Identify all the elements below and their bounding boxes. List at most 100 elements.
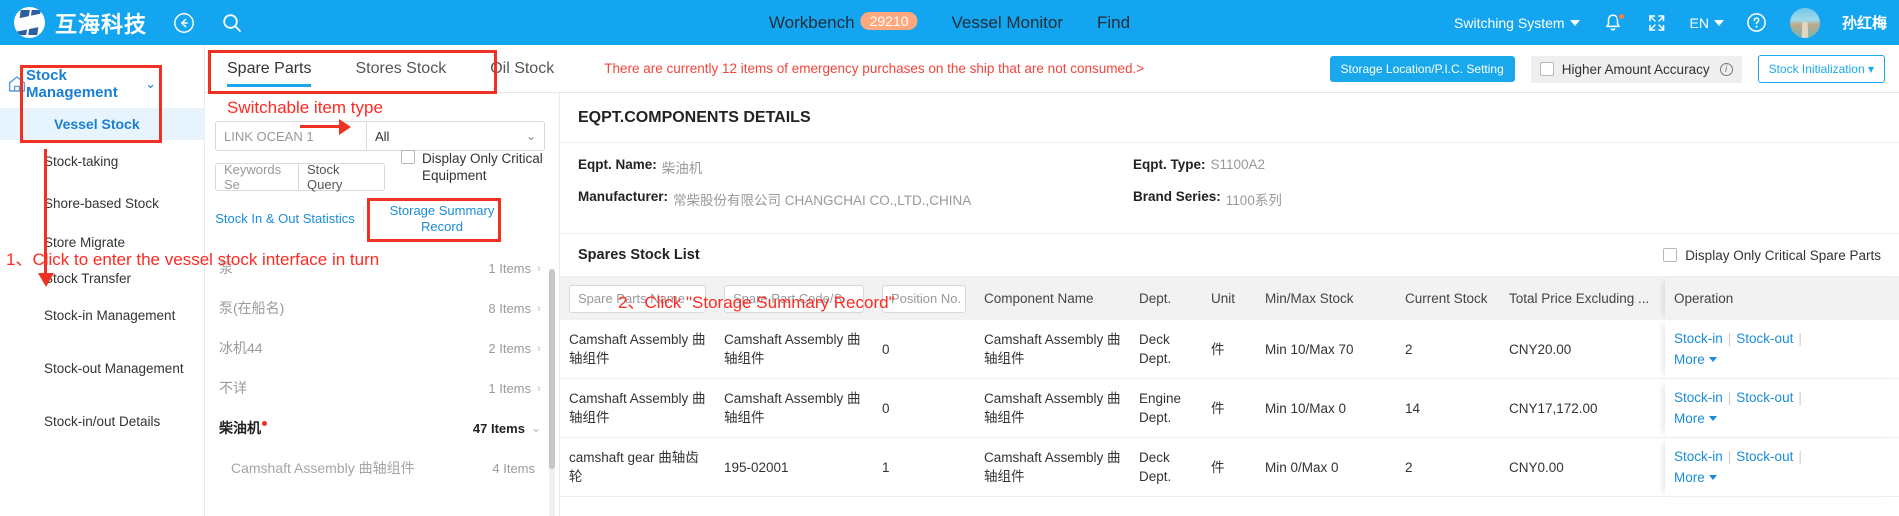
stock-out-link[interactable]: Stock-out bbox=[1736, 449, 1793, 464]
sidebar-item-stock-in-out-details[interactable]: Stock-in/out Details bbox=[44, 413, 194, 430]
higher-amount-accuracy-checkbox[interactable] bbox=[1539, 62, 1554, 76]
tree-item[interactable]: 冰机44 2 Items › bbox=[205, 328, 559, 368]
stock-query-button[interactable]: Stock Query bbox=[299, 162, 385, 192]
nav-vessel-monitor[interactable]: Vessel Monitor bbox=[952, 13, 1064, 33]
more-link[interactable]: More bbox=[1674, 350, 1717, 369]
sidebar-item-stock-transfer[interactable]: Stock Transfer bbox=[44, 270, 194, 287]
notification-bell-icon[interactable] bbox=[1602, 11, 1626, 34]
sidebar-group-stock-management[interactable]: Stock Management ⌄ bbox=[26, 67, 156, 101]
tab-stores-stock[interactable]: Stores Stock bbox=[355, 45, 446, 93]
nav-workbench-label: Workbench bbox=[768, 13, 855, 32]
sidebar-item-vessel-stock[interactable]: Vessel Stock bbox=[0, 108, 205, 140]
fullscreen-icon[interactable] bbox=[1646, 12, 1668, 34]
chevron-down-icon: ⌄ bbox=[145, 76, 156, 91]
tree-item[interactable]: 泵 1 Items › bbox=[205, 248, 559, 288]
display-only-critical-spare-parts-toggle[interactable]: Display Only Critical Spare Parts bbox=[1663, 248, 1881, 263]
sidebar-item-shore-based-stock[interactable]: Shore-based Stock bbox=[44, 195, 194, 212]
spare-parts-name-filter-input[interactable]: Spare Parts Name bbox=[569, 284, 706, 313]
cell-component-name: Camshaft Assembly 曲轴组件 bbox=[975, 320, 1130, 379]
cell-total-price: CNY20.00 bbox=[1500, 320, 1665, 379]
spares-stock-list-header: Spares Stock List Display Only Critical … bbox=[560, 233, 1899, 277]
more-link[interactable]: More bbox=[1674, 468, 1717, 487]
detail-value: 1100系列 bbox=[1225, 193, 1282, 208]
higher-amount-accuracy-toggle[interactable]: Higher Amount Accuracy i bbox=[1530, 55, 1742, 83]
tab-oil-stock[interactable]: Oil Stock bbox=[490, 45, 554, 93]
cell-operation: Stock-in | Stock-out | More bbox=[1665, 320, 1899, 379]
vessel-select-input[interactable]: LINK OCEAN 1 bbox=[215, 121, 367, 151]
sidebar-group-label: Stock Management bbox=[26, 67, 118, 101]
detail-label: Eqpt. Type: bbox=[1133, 157, 1206, 172]
chevron-right-icon: › bbox=[537, 341, 541, 355]
stock-out-link[interactable]: Stock-out bbox=[1736, 331, 1793, 346]
tree-item-selected[interactable]: 柴油机 47 Items ⌄ bbox=[205, 408, 559, 448]
spare-part-code-filter-input[interactable]: Spare Part Code/S bbox=[724, 284, 864, 313]
cell-spare-part-code: Camshaft Assembly 曲轴组件 bbox=[715, 378, 873, 438]
detail-value: 柴油机 bbox=[661, 161, 703, 176]
stock-in-out-statistics-link[interactable]: Stock In & Out Statistics bbox=[215, 211, 355, 227]
more-link[interactable]: More bbox=[1674, 409, 1717, 428]
storage-summary-record-link[interactable]: Storage Summary Record bbox=[372, 203, 512, 235]
avatar[interactable] bbox=[1789, 7, 1820, 38]
chevron-right-icon: › bbox=[537, 261, 541, 275]
sidebar-item-stock-in-management[interactable]: Stock-in Management bbox=[44, 307, 194, 324]
stock-in-link[interactable]: Stock-in bbox=[1674, 390, 1723, 405]
tree-item-count: 1 Items bbox=[488, 380, 531, 396]
tree-item-count: 8 Items bbox=[488, 300, 531, 316]
stock-out-link[interactable]: Stock-out bbox=[1736, 390, 1793, 405]
critical-equipment-checkbox[interactable] bbox=[401, 150, 415, 164]
storage-location-pic-setting-button[interactable]: Storage Location/P.I.C. Setting bbox=[1329, 56, 1515, 82]
stock-in-link[interactable]: Stock-in bbox=[1674, 449, 1723, 464]
cell-unit: 件 bbox=[1202, 378, 1256, 438]
cell-spare-parts-name: camshaft gear 曲轴齿轮 bbox=[560, 437, 715, 497]
filter-row-primary: LINK OCEAN 1 All ⌄ bbox=[215, 121, 545, 151]
sidebar-item-stock-out-management[interactable]: Stock-out Management bbox=[44, 360, 194, 377]
sidebar-item-stock-taking[interactable]: Stock-taking bbox=[44, 153, 194, 170]
info-icon[interactable]: i bbox=[1719, 62, 1733, 76]
tree-item-name: Camshaft Assembly 曲轴组件 bbox=[231, 460, 415, 476]
filter-row-search: Keywords Se Stock Query bbox=[215, 162, 385, 192]
nav-workbench[interactable]: Workbench 29210 bbox=[769, 12, 918, 33]
stock-initialization-button[interactable]: Stock Initialization ▾ bbox=[1757, 55, 1885, 83]
cell-spare-part-code: Camshaft Assembly 曲轴组件 bbox=[715, 320, 873, 379]
chevron-right-icon: › bbox=[537, 381, 541, 395]
item-type-select[interactable]: All ⌄ bbox=[367, 121, 545, 151]
stock-in-link[interactable]: Stock-in bbox=[1674, 331, 1723, 346]
table-row[interactable]: camshaft gear 曲轴齿轮 195-02001 1 Camshaft … bbox=[560, 437, 1899, 497]
display-only-critical-equipment-toggle[interactable]: Display Only Critical Equipment bbox=[401, 150, 551, 198]
equipment-details: Eqpt. Name: 柴油机 Eqpt. Type: S1100A2 Manu… bbox=[560, 143, 1899, 233]
tree-item-count: 47 Items bbox=[472, 420, 525, 436]
nav-find[interactable]: Find bbox=[1097, 13, 1130, 33]
critical-spare-parts-checkbox[interactable] bbox=[1663, 248, 1678, 262]
sidebar: Stock Management ⌄ Vessel Stock Stock-ta… bbox=[0, 45, 205, 516]
sidebar-item-store-migrate[interactable]: Store Migrate bbox=[44, 234, 194, 251]
tree-scrollbar-thumb[interactable] bbox=[549, 269, 555, 469]
detail-label: Eqpt. Name: bbox=[578, 157, 657, 172]
tab-spare-parts[interactable]: Spare Parts bbox=[227, 45, 312, 93]
language-switcher[interactable]: EN bbox=[1690, 15, 1724, 31]
search-icon[interactable] bbox=[221, 12, 243, 34]
tree-item-count: 2 Items bbox=[488, 340, 531, 356]
tree-item[interactable]: 泵(在船名) 8 Items › bbox=[205, 288, 559, 328]
user-name: 孙红梅 bbox=[1841, 15, 1887, 32]
keywords-search-input[interactable]: Keywords Se bbox=[215, 162, 299, 192]
tree-item-child[interactable]: Camshaft Assembly 曲轴组件 4 Items bbox=[205, 448, 559, 488]
help-icon[interactable] bbox=[1746, 12, 1768, 34]
th-operation: Operation bbox=[1665, 277, 1899, 320]
table-row[interactable]: Camshaft Assembly 曲轴组件 Camshaft Assembly… bbox=[560, 378, 1899, 438]
detail-eqpt-name: Eqpt. Name: 柴油机 bbox=[578, 157, 1133, 177]
position-no-filter-input[interactable]: Position No. bbox=[882, 284, 966, 313]
detail-value: S1100A2 bbox=[1210, 157, 1266, 172]
back-circle-icon[interactable] bbox=[173, 12, 195, 34]
switching-system-button[interactable]: Switching System bbox=[1454, 15, 1580, 31]
cell-unit: 件 bbox=[1202, 437, 1256, 497]
brand-logo[interactable]: 互海科技 bbox=[14, 7, 147, 39]
tree-item[interactable]: 不详 1 Items › bbox=[205, 368, 559, 408]
page-title: EQPT.COMPONENTS DETAILS bbox=[560, 93, 1899, 143]
annotation-switchable-item-type: Switchable item type bbox=[227, 98, 383, 117]
language-label: EN bbox=[1689, 14, 1709, 31]
table-row[interactable]: Camshaft Assembly 曲轴组件 Camshaft Assembly… bbox=[560, 320, 1899, 379]
cell-spare-parts-name: Camshaft Assembly 曲轴组件 bbox=[560, 320, 715, 379]
emergency-purchase-warning[interactable]: There are currently 12 items of emergenc… bbox=[604, 61, 1144, 76]
home-icon[interactable] bbox=[6, 73, 28, 95]
equipment-tree-list: 泵 1 Items › 泵(在船名) 8 Items › 冰机44 2 Item… bbox=[205, 248, 559, 488]
